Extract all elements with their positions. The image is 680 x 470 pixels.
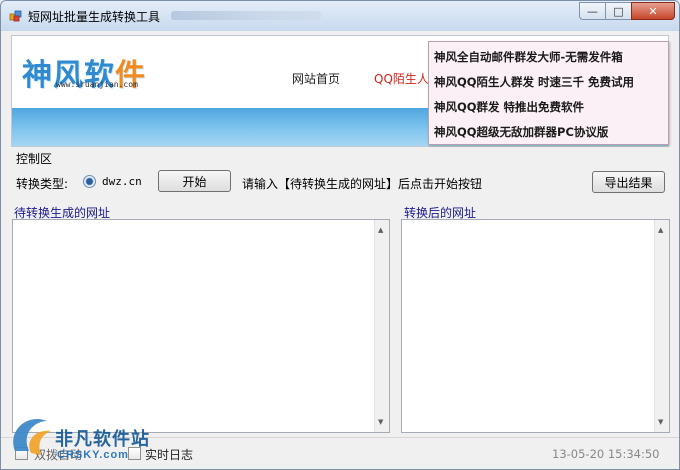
- status-timestamp: 13-05-20 15:34:50: [552, 447, 660, 461]
- output-scrollbar[interactable]: ▲ ▼: [654, 220, 669, 432]
- control-area-label: 控制区: [16, 152, 53, 166]
- scroll-down-icon[interactable]: ▼: [378, 418, 383, 426]
- convert-type-label: 转换类型:: [16, 177, 69, 191]
- ad-item-qq-group[interactable]: 神风QQ群发 特推出免费软件: [434, 95, 668, 120]
- logo-url: www.sruanjian.com: [56, 80, 138, 89]
- minimize-button[interactable]: —: [579, 2, 606, 20]
- watermark-text-en: CRSKY.com: [57, 449, 129, 461]
- output-urls-textarea[interactable]: ▲ ▼: [401, 219, 670, 433]
- scroll-up-icon[interactable]: ▲: [378, 226, 383, 234]
- dwz-radio-label[interactable]: dwz.cn: [102, 175, 142, 188]
- nav-qq-link[interactable]: QQ陌生人: [374, 70, 429, 87]
- maximize-button[interactable]: □: [605, 2, 632, 20]
- input-urls-textarea[interactable]: ▲ ▼: [12, 219, 390, 433]
- ad-dropdown-menu: 神风全自动邮件群发大师-无需发件箱 神风QQ陌生人群发 时速三千 免费试用 神风…: [428, 41, 669, 145]
- window-title: 短网址批量生成转换工具: [28, 10, 161, 24]
- window-controls: — □ ✕: [579, 2, 675, 20]
- export-results-button[interactable]: 导出结果: [592, 171, 665, 193]
- blurred-title-extra: [171, 11, 321, 20]
- watermark-text-cn: 非凡软件站: [55, 429, 150, 450]
- app-window: 短网址批量生成转换工具 — □ ✕ 神风软件 www.sruanjian.com…: [0, 0, 680, 470]
- input-scrollbar[interactable]: ▲ ▼: [374, 220, 389, 432]
- close-button[interactable]: ✕: [631, 2, 675, 20]
- ad-item-email-sender[interactable]: 神风全自动邮件群发大师-无需发件箱: [434, 45, 668, 70]
- scroll-down-icon[interactable]: ▼: [658, 418, 663, 426]
- app-icon: [9, 10, 22, 22]
- scroll-up-icon[interactable]: ▲: [658, 226, 663, 234]
- ad-item-qq-stranger[interactable]: 神风QQ陌生人群发 时速三千 免费试用: [434, 70, 668, 95]
- nav-home-link[interactable]: 网站首页: [292, 70, 340, 87]
- title-bar[interactable]: 短网址批量生成转换工具 — □ ✕: [1, 1, 679, 31]
- watermark-logo-icon: [13, 419, 51, 455]
- start-button[interactable]: 开始: [158, 170, 231, 192]
- instruction-hint: 请输入【待转换生成的网址】后点击开始按钮: [242, 177, 483, 191]
- dwz-radio-button[interactable]: [83, 175, 96, 188]
- watermark: 非凡软件站 CRSKY.com: [7, 411, 177, 467]
- ad-item-qq-joiner[interactable]: 神风QQ超级无敌加群器PC协议版: [434, 120, 668, 145]
